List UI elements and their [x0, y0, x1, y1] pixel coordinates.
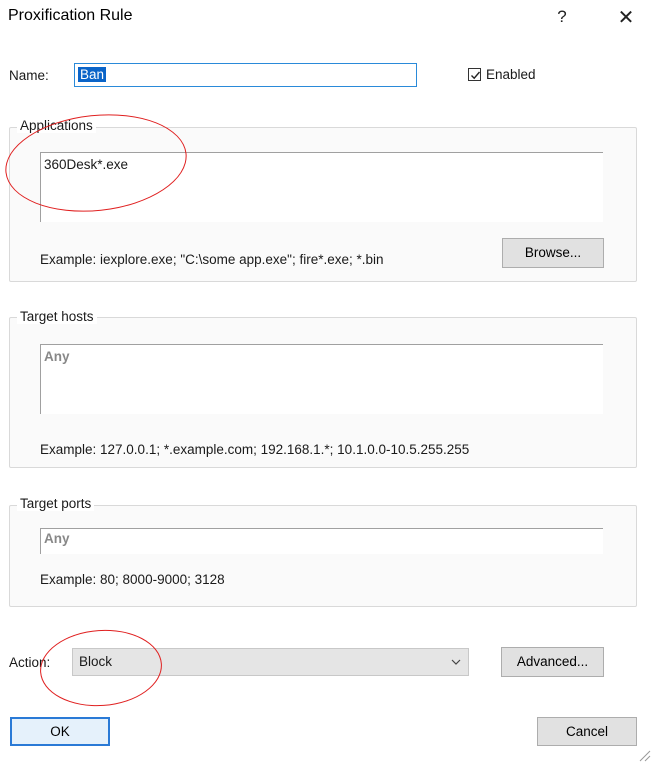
- browse-button[interactable]: Browse...: [502, 238, 604, 268]
- target-ports-input[interactable]: Any: [40, 528, 603, 554]
- name-value: Ban: [78, 67, 107, 82]
- action-label: Action:: [9, 655, 51, 670]
- close-icon: ✕: [617, 7, 635, 29]
- enabled-label: Enabled: [486, 67, 536, 82]
- help-button[interactable]: ?: [547, 2, 577, 32]
- applications-example: Example: iexplore.exe; "C:\some app.exe"…: [40, 252, 384, 267]
- applications-group-title: Applications: [17, 118, 96, 133]
- target-ports-group-title: Target ports: [17, 496, 95, 511]
- target-hosts-value: Any: [44, 349, 70, 364]
- close-button[interactable]: ✕: [611, 3, 641, 33]
- action-select[interactable]: Block: [72, 648, 469, 676]
- action-selected-value: Block: [79, 654, 113, 669]
- resize-grip-icon[interactable]: [637, 748, 651, 762]
- target-ports-group: [9, 505, 637, 607]
- advanced-button[interactable]: Advanced...: [501, 647, 604, 677]
- name-label: Name:: [9, 68, 49, 83]
- applications-textarea[interactable]: 360Desk*.exe: [40, 152, 603, 222]
- window-title: Proxification Rule: [8, 7, 133, 24]
- ok-button[interactable]: OK: [10, 717, 110, 746]
- check-icon: [471, 71, 481, 80]
- target-ports-example: Example: 80; 8000-9000; 3128: [40, 572, 225, 587]
- chevron-down-icon: [451, 659, 461, 665]
- cancel-button[interactable]: Cancel: [537, 717, 637, 746]
- applications-value: 360Desk*.exe: [44, 157, 129, 172]
- target-hosts-group-title: Target hosts: [17, 309, 97, 324]
- enabled-checkbox[interactable]: [468, 68, 481, 81]
- target-ports-value: Any: [44, 531, 70, 546]
- target-hosts-example: Example: 127.0.0.1; *.example.com; 192.1…: [40, 442, 470, 457]
- target-hosts-textarea[interactable]: Any: [40, 344, 603, 414]
- name-input[interactable]: Ban: [74, 63, 417, 87]
